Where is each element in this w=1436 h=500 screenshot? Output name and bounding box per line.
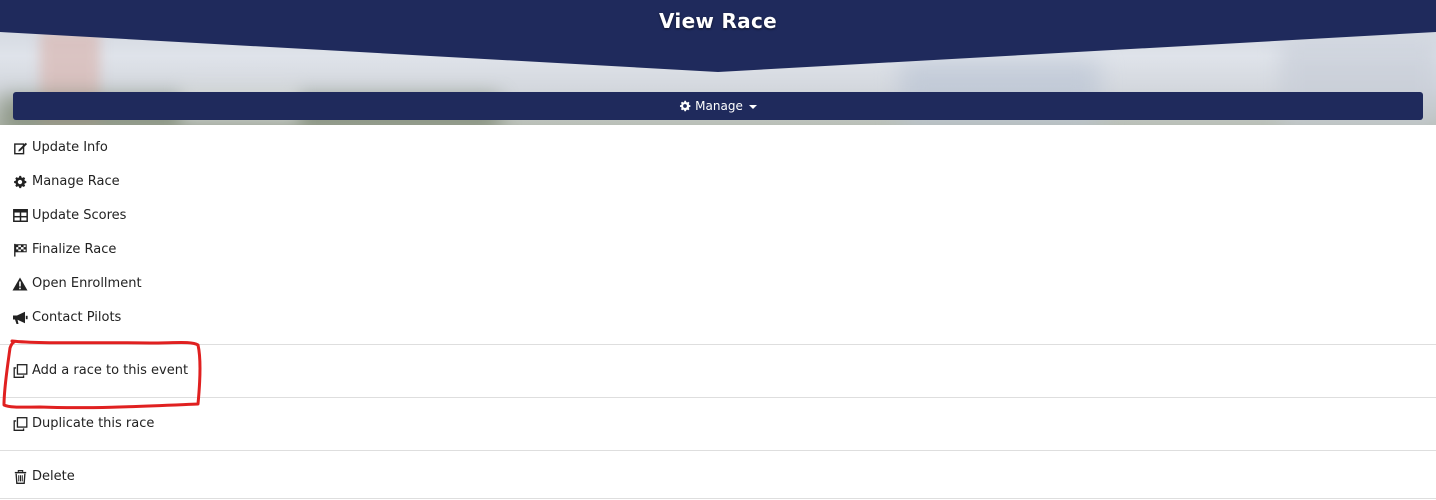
menu-item-label: Finalize Race bbox=[32, 242, 117, 257]
menu-divider bbox=[0, 498, 1436, 499]
page-title: View Race bbox=[658, 9, 777, 33]
menu-item-label: Update Info bbox=[32, 140, 108, 155]
trash-icon bbox=[12, 469, 28, 484]
megaphone-icon bbox=[12, 311, 28, 325]
menu-item-label: Update Scores bbox=[32, 208, 127, 223]
title-banner: View Race bbox=[0, 0, 1436, 72]
gear-icon bbox=[679, 100, 691, 112]
menu-item-label: Contact Pilots bbox=[32, 310, 122, 325]
menu-item-label: Delete bbox=[32, 469, 75, 484]
menu-item-contact-pilots[interactable]: Contact Pilots bbox=[12, 310, 121, 325]
caret-down-icon bbox=[748, 105, 757, 109]
menu-item-finalize-race[interactable]: Finalize Race bbox=[12, 242, 116, 257]
menu-divider bbox=[0, 344, 1436, 345]
menu-item-label: Duplicate this race bbox=[32, 416, 155, 431]
clone-icon bbox=[12, 416, 28, 431]
menu-item-label: Add a race to this event bbox=[32, 363, 189, 378]
manage-dropdown-button[interactable]: Manage bbox=[13, 92, 1423, 120]
menu-divider bbox=[0, 450, 1436, 451]
menu-item-duplicate-race[interactable]: Duplicate this race bbox=[12, 416, 154, 431]
menu-item-update-info[interactable]: Update Info bbox=[12, 140, 108, 155]
menu-item-delete[interactable]: Delete bbox=[12, 469, 75, 484]
clone-icon bbox=[12, 363, 28, 378]
menu-item-update-scores[interactable]: Update Scores bbox=[12, 208, 126, 223]
menu-divider bbox=[0, 397, 1436, 398]
menu-item-label: Manage Race bbox=[32, 174, 120, 189]
gear-icon bbox=[12, 175, 28, 189]
checkered-flag-icon bbox=[12, 243, 28, 257]
manage-label: Manage bbox=[695, 99, 743, 113]
menu-item-label: Open Enrollment bbox=[32, 276, 142, 291]
warning-icon bbox=[12, 277, 28, 291]
menu-item-open-enrollment[interactable]: Open Enrollment bbox=[12, 276, 142, 291]
edit-icon bbox=[12, 141, 28, 155]
menu-item-manage-race[interactable]: Manage Race bbox=[12, 174, 120, 189]
table-icon bbox=[12, 209, 28, 223]
menu-item-add-race-to-event[interactable]: Add a race to this event bbox=[12, 363, 188, 378]
